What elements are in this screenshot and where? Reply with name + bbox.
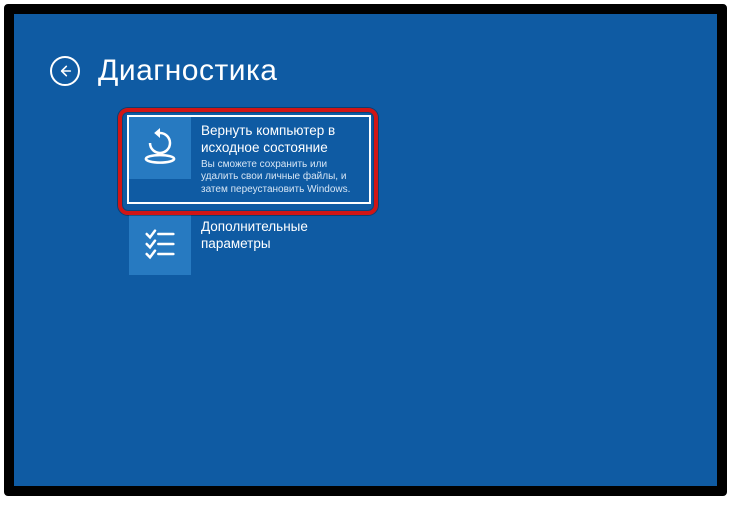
option-title: Вернуть компьютер в исходное состояние: [201, 123, 357, 157]
back-arrow-icon: [57, 63, 73, 79]
reset-icon: [129, 117, 191, 179]
advanced-options-icon: [129, 213, 191, 275]
option-reset-pc[interactable]: Вернуть компьютер в исходное состояние В…: [127, 115, 371, 204]
back-button[interactable]: [50, 56, 80, 86]
option-title: Дополнительные параметры: [201, 219, 359, 253]
option-text: Дополнительные параметры: [191, 213, 371, 275]
highlight-annotation: Вернуть компьютер в исходное состояние В…: [122, 110, 376, 213]
window-frame: Диагностика Вернуть компьютер в исходное…: [4, 4, 727, 496]
option-description: Вы сможете сохранить или удалить свои ли…: [201, 159, 357, 197]
options-list: Вернуть компьютер в исходное состояние В…: [122, 110, 376, 279]
header: Диагностика: [50, 54, 277, 88]
recovery-screen: Диагностика Вернуть компьютер в исходное…: [14, 14, 717, 486]
option-advanced[interactable]: Дополнительные параметры: [129, 213, 376, 275]
option-text: Вернуть компьютер в исходное состояние В…: [191, 117, 369, 202]
page-title: Диагностика: [98, 54, 277, 88]
